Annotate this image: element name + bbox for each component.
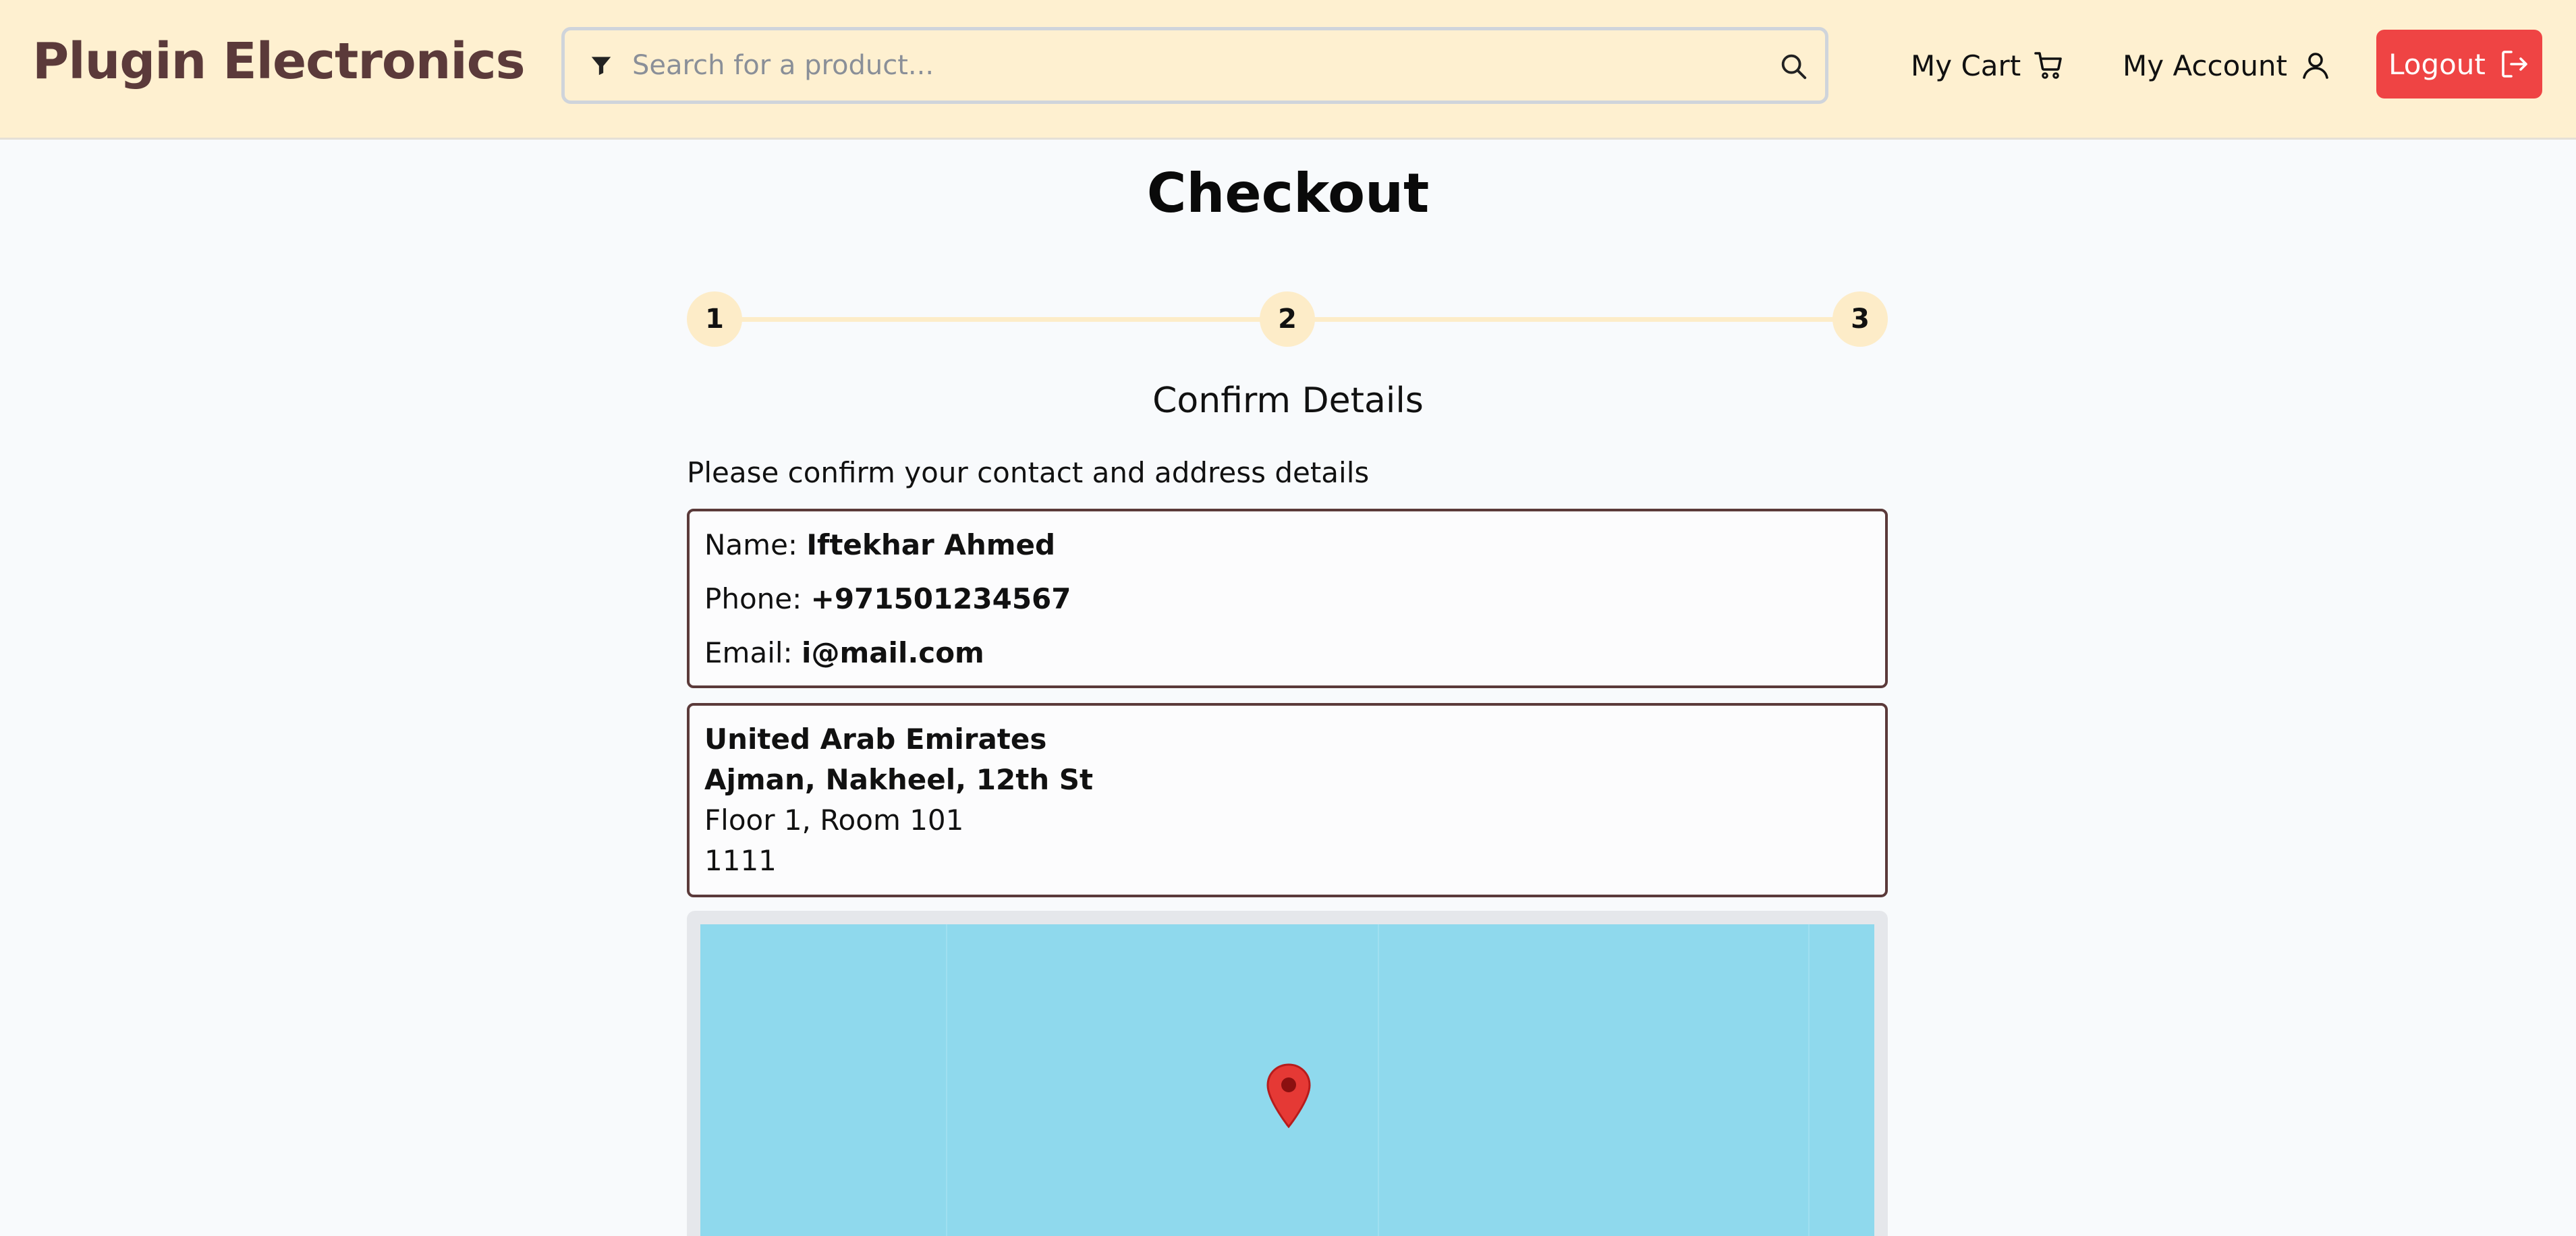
address-postal-code: 1111 <box>704 844 777 877</box>
user-icon <box>2303 53 2328 79</box>
site-logo[interactable]: Plugin Electronics <box>32 32 526 90</box>
location-pin-icon[interactable] <box>1266 1063 1312 1128</box>
my-cart-link[interactable]: My Cart <box>1911 42 2065 89</box>
my-cart-label: My Cart <box>1911 49 2021 82</box>
map-tile-seam <box>1378 924 1379 1236</box>
search-icon[interactable] <box>1778 51 1809 82</box>
email-label: Email: <box>704 636 793 669</box>
step-2[interactable]: 2 <box>1260 291 1315 347</box>
address-line-1: Ajman, Nakheel, 12th St <box>704 763 1094 796</box>
name-label: Name: <box>704 528 798 561</box>
logout-button[interactable]: Logout <box>2376 30 2542 99</box>
section-title: Confirm Details <box>1152 381 1424 421</box>
email-value: i@mail.com <box>802 636 984 669</box>
address-line-2: Floor 1, Room 101 <box>704 804 964 837</box>
search-input[interactable] <box>632 43 1739 88</box>
cart-icon <box>2034 52 2063 79</box>
page-title: Checkout <box>1146 162 1430 225</box>
step-1[interactable]: 1 <box>687 291 742 347</box>
map-tile-seam <box>1808 924 1810 1236</box>
logout-label: Logout <box>2388 47 2486 81</box>
instruction-text: Please confirm your contact and address … <box>687 456 1370 489</box>
filter-icon[interactable] <box>588 53 614 78</box>
phone-row: Phone: +971501234567 <box>704 582 1870 636</box>
location-map[interactable] <box>700 924 1874 1236</box>
search-bar[interactable] <box>561 27 1828 104</box>
map-container <box>687 911 1888 1236</box>
my-account-label: My Account <box>2123 49 2288 82</box>
name-row: Name: Iftekhar Ahmed <box>704 528 1870 582</box>
contact-details-card: Name: Iftekhar Ahmed Phone: +97150123456… <box>687 509 1888 688</box>
logout-icon <box>2502 51 2527 78</box>
map-tile-seam <box>946 924 947 1236</box>
phone-value: +971501234567 <box>810 582 1071 615</box>
checkout-stepper: 1 2 3 <box>687 291 1888 347</box>
step-3[interactable]: 3 <box>1832 291 1888 347</box>
address-details-card: United Arab Emirates Ajman, Nakheel, 12t… <box>687 703 1888 897</box>
address-country: United Arab Emirates <box>704 723 1047 756</box>
name-value: Iftekhar Ahmed <box>806 528 1056 561</box>
top-header: Plugin Electronics My Cart My Account Lo… <box>0 0 2576 140</box>
email-row: Email: i@mail.com <box>704 636 1870 690</box>
phone-label: Phone: <box>704 582 802 615</box>
my-account-link[interactable]: My Account <box>2123 42 2332 89</box>
